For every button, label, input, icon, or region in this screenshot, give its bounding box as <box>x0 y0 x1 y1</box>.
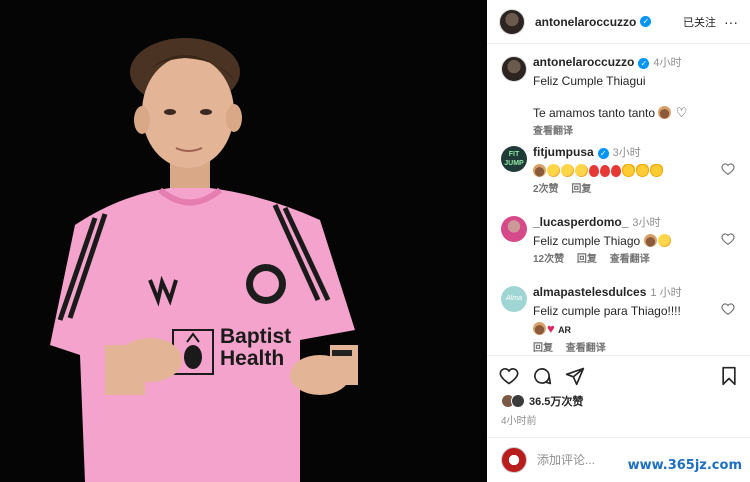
caption-line1: Feliz Cumple Thiagui <box>533 74 646 88</box>
verified-icon: ✓ <box>638 58 650 69</box>
photo-illustration <box>0 0 487 482</box>
party-emoji-icon <box>547 164 560 177</box>
bookmark-icon[interactable] <box>720 366 738 386</box>
following-button[interactable]: 已关注 <box>683 14 716 30</box>
comment-likes[interactable]: 2次赞 <box>533 184 559 195</box>
caption-line2: Te amamos tanto tanto <box>533 106 656 120</box>
post-timestamp: 4小时前 <box>501 416 537 427</box>
party-emoji-icon <box>575 164 588 177</box>
like-count: 36.5万次赞 <box>529 396 584 408</box>
caption-time: 4小时 <box>653 57 682 69</box>
comment-username[interactable]: almapastelesdulces <box>533 285 646 299</box>
comment-text-row: Feliz cumple Thiago <box>533 233 737 249</box>
cake-emoji-icon <box>533 322 546 335</box>
action-bar <box>499 364 738 388</box>
sponsor-text: Baptist Health <box>220 325 292 370</box>
comment-item: _lucasperdomo_ 3小时 Feliz cumple Thiago 12… <box>501 214 737 268</box>
like-comment-heart-icon[interactable] <box>721 232 735 246</box>
caption-username[interactable]: antonelaroccuzzo <box>533 55 634 69</box>
lucas-avatar[interactable] <box>501 216 527 242</box>
like-comment-heart-icon[interactable] <box>721 302 735 316</box>
cake-emoji-icon <box>533 164 546 177</box>
post-header: antonelaroccuzzo ✓ 已关注 ··· <box>487 0 750 44</box>
author-avatar[interactable] <box>499 8 525 35</box>
cake-emoji-icon <box>643 234 657 247</box>
comment-time: 1 小时 <box>650 287 682 299</box>
comment-username[interactable]: _lucasperdomo_ <box>533 215 628 229</box>
divider <box>487 437 750 438</box>
party-emoji-icon <box>657 234 671 247</box>
reply-button[interactable]: 回复 <box>577 254 597 265</box>
comment-likes[interactable]: 12次赞 <box>533 254 564 265</box>
clap-emoji-icon <box>650 164 663 177</box>
liker-avatar <box>511 394 525 408</box>
balloon-emoji-icon <box>611 165 621 177</box>
comment-emoji-row: ♥ AR <box>533 321 737 338</box>
fitjump-avatar[interactable]: FIT JUMP <box>501 146 527 172</box>
comment-icon[interactable] <box>532 366 552 386</box>
share-icon[interactable] <box>565 366 585 386</box>
post-photo: Baptist Health <box>0 0 487 482</box>
comment-item: Alma almapastelesdulces 1 小时 Feliz cumple… <box>501 284 737 352</box>
like-comment-heart-icon[interactable] <box>721 162 735 176</box>
clap-emoji-icon <box>636 164 649 177</box>
comment-item: FIT JUMP fitjumpusa ✓ 3小时 2次赞 回复 <box>501 144 737 198</box>
clap-emoji-icon <box>622 164 635 177</box>
comment-meta: 2次赞 回复 <box>533 182 737 198</box>
comment-username[interactable]: fitjumpusa <box>533 145 594 159</box>
caption-line2-row: Te amamos tanto tanto ♡ <box>533 105 737 121</box>
heart-outline-emoji-icon: ♡ <box>675 105 688 120</box>
party-emoji-icon <box>561 164 574 177</box>
post-sidebar: antonelaroccuzzo ✓ 已关注 ··· antonelaroccu… <box>487 0 750 482</box>
comment-text: Feliz cumple Thiago <box>533 234 641 248</box>
heart-icon[interactable] <box>499 366 519 386</box>
verified-icon: ✓ <box>640 16 652 27</box>
verified-icon: ✓ <box>597 148 609 159</box>
more-options-icon[interactable]: ··· <box>724 14 738 30</box>
current-user-avatar <box>501 447 527 473</box>
comment-time: 3小时 <box>612 147 641 159</box>
comment-time: 3小时 <box>632 217 661 229</box>
comment-meta: 12次赞 回复 查看翻译 <box>533 252 737 268</box>
caption: antonelaroccuzzo ✓ 4小时 Feliz Cumple Thiagu… <box>501 54 737 140</box>
like-summary[interactable]: 36.5万次赞 <box>501 393 583 409</box>
author-username[interactable]: antonelaroccuzzo <box>535 15 636 29</box>
comment-emoji-row <box>533 163 737 179</box>
balloon-emoji-icon <box>600 165 610 177</box>
balloon-emoji-icon <box>589 165 599 177</box>
add-comment-input[interactable] <box>537 453 627 467</box>
comment-list[interactable]: antonelaroccuzzo ✓ 4小时 Feliz Cumple Thiagu… <box>487 52 750 352</box>
caption-translate[interactable]: 查看翻译 <box>533 124 737 140</box>
cake-emoji-icon <box>658 106 672 119</box>
reply-button[interactable]: 回复 <box>533 343 553 352</box>
translate-button[interactable]: 查看翻译 <box>566 343 606 352</box>
red-heart-emoji-icon: ♥ <box>547 321 555 336</box>
flag-ar-emoji: AR <box>558 325 572 335</box>
reply-button[interactable]: 回复 <box>571 184 591 195</box>
watermark: www.365jz.com <box>627 458 742 473</box>
comment-meta: 回复 查看翻译 <box>533 341 737 352</box>
divider <box>487 355 750 356</box>
caption-avatar[interactable] <box>501 56 527 82</box>
comment-text: Feliz cumple para Thiago!!!! <box>533 304 681 318</box>
alma-avatar[interactable]: Alma <box>501 286 527 312</box>
translate-button[interactable]: 查看翻译 <box>610 254 650 265</box>
